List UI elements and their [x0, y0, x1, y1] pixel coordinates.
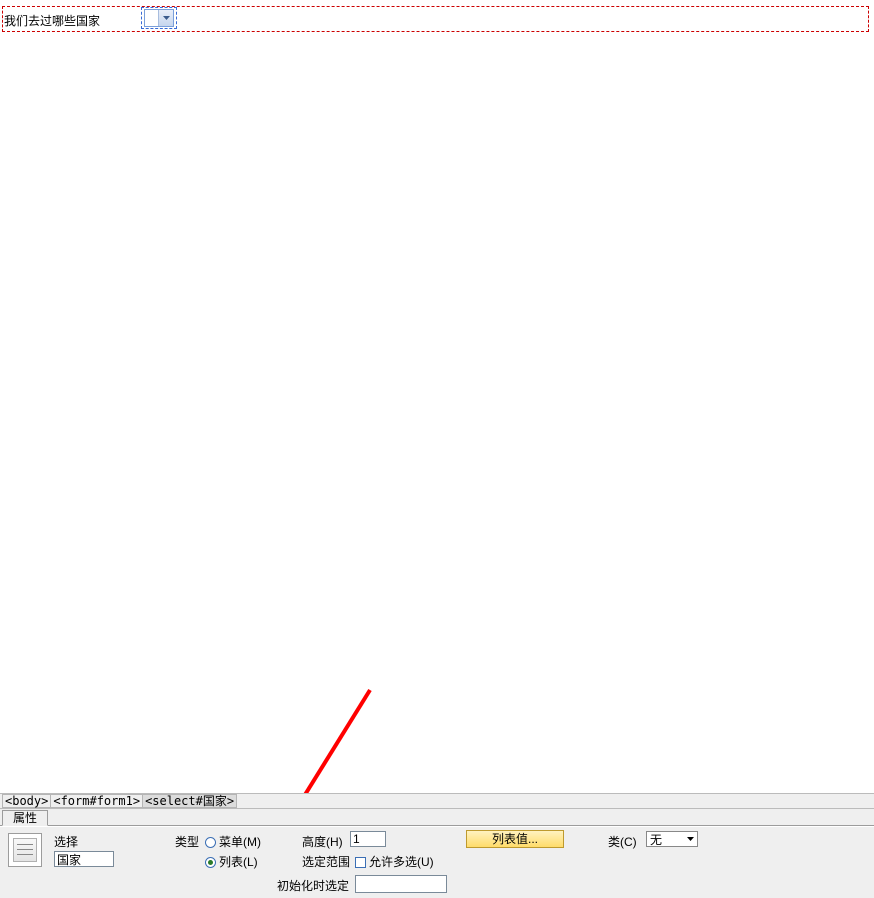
dropdown-arrow-icon [158, 10, 173, 26]
tag-selector: <body> <form#form1> <select#国家> [0, 793, 874, 809]
design-canvas: 我们去过哪些国家 [0, 0, 874, 789]
height-input[interactable] [350, 831, 386, 847]
type-label: 类型 [175, 833, 199, 850]
form-label-text: 我们去过哪些国家 [4, 12, 100, 29]
list-values-button[interactable]: 列表值... [466, 830, 564, 848]
range-label: 选定范围 [302, 853, 350, 870]
properties-panel: 选择 类型 菜单(M) 高度(H) 列表值... 类(C) 无 列表(L) 选定… [0, 826, 874, 898]
type-radio-menu-label: 菜单(M) [219, 835, 261, 849]
class-dropdown[interactable]: 无 [646, 831, 698, 847]
chevron-down-icon [683, 832, 697, 846]
properties-header: 属性 [0, 809, 874, 826]
allow-multi-label: 允许多选(U) [369, 855, 434, 869]
properties-tab[interactable]: 属性 [2, 810, 48, 826]
init-select-list[interactable] [355, 875, 447, 893]
tag-form[interactable]: <form#form1> [50, 794, 143, 808]
select-countries[interactable] [144, 9, 174, 27]
class-dropdown-value: 无 [650, 831, 662, 848]
init-select-label: 初始化时选定 [277, 877, 349, 894]
type-radio-list-label: 列表(L) [219, 855, 258, 869]
tag-select[interactable]: <select#国家> [142, 794, 237, 808]
properties-title: 选择 [54, 833, 78, 850]
height-label: 高度(H) [302, 833, 343, 850]
tag-body[interactable]: <body> [2, 794, 51, 808]
form-dashed-outline [2, 6, 869, 32]
class-label: 类(C) [608, 833, 637, 850]
element-name-input[interactable] [54, 851, 114, 867]
type-radio-list[interactable]: 列表(L) [205, 853, 258, 870]
element-type-icon [8, 833, 42, 867]
type-radio-menu[interactable]: 菜单(M) [205, 833, 261, 850]
allow-multi-checkbox[interactable]: 允许多选(U) [355, 853, 434, 870]
